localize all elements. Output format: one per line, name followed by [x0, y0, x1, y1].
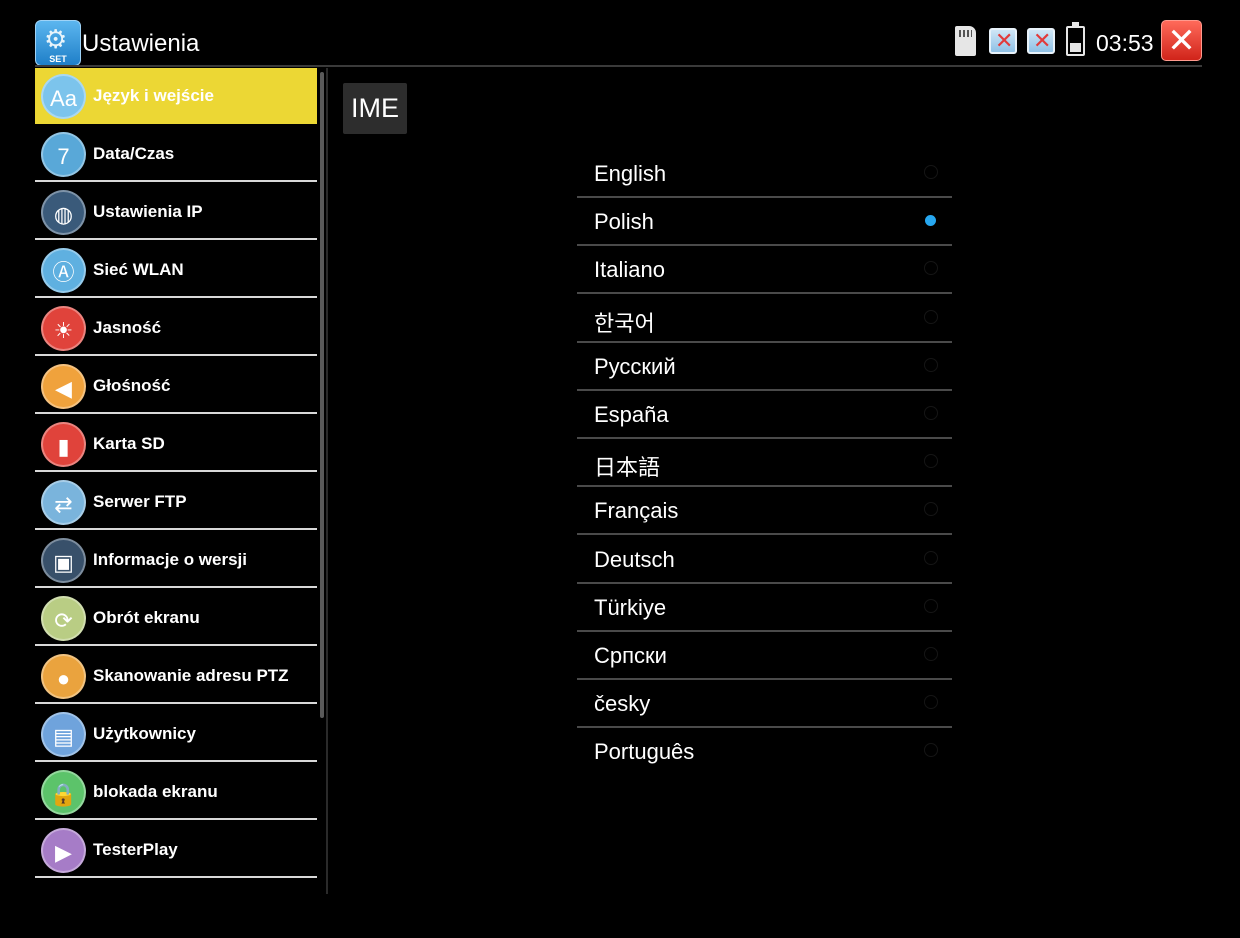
language-radio[interactable]	[924, 502, 938, 517]
sidebar-item-label: Serwer FTP	[93, 492, 187, 511]
page-title: Ustawienia	[82, 30, 200, 57]
brightness-icon: ☀	[41, 306, 86, 351]
ptz-camera-icon: ●	[41, 654, 86, 699]
sidebar-item[interactable]: ◀ Głośność	[35, 358, 317, 414]
contacts-icon: ▤	[41, 712, 86, 757]
sidebar-item[interactable]: ● Skanowanie adresu PTZ	[35, 648, 317, 704]
sidebar-item[interactable]: ▶ TesterPlay	[35, 822, 317, 878]
language-option[interactable]: Русский	[577, 343, 952, 391]
language-radio[interactable]	[924, 261, 938, 276]
language-label: English	[594, 161, 667, 186]
sidebar-item[interactable]: 7 Data/Czas	[35, 126, 317, 182]
language-label: 한국어	[594, 310, 655, 336]
sidebar-item[interactable]: Aa Język i wejście	[35, 68, 317, 124]
lock-icon: 🔒	[41, 770, 86, 815]
sidebar-item-label: Głośność	[93, 376, 171, 395]
sidebar-item-label: Data/Czas	[93, 144, 175, 163]
sidebar-item-label: Skanowanie adresu PTZ	[93, 666, 289, 685]
language-option[interactable]: English	[577, 150, 952, 198]
header-divider	[35, 65, 1202, 67]
language-label: Français	[594, 498, 679, 524]
close-button[interactable]: ✕	[1161, 20, 1202, 61]
sidebar-item[interactable]: Ⓐ Sieć WLAN	[35, 242, 317, 298]
volume-icon: ◀	[41, 364, 86, 409]
language-radio[interactable]	[924, 550, 938, 565]
language-label: Português	[594, 739, 695, 765]
network-disconnected-icon: ✕	[1027, 28, 1055, 54]
language-option[interactable]: España	[577, 391, 952, 439]
settings-app-icon: ⚙ SET	[35, 20, 81, 66]
language-option[interactable]: Português	[577, 728, 952, 776]
sidebar-item[interactable]: ◍ Ustawienia IP	[35, 184, 317, 240]
language-radio[interactable]	[924, 647, 938, 661]
language-radio[interactable]	[925, 215, 936, 227]
sidebar-item[interactable]: 🔒 blokada ekranu	[35, 764, 317, 820]
sd-card-icon	[955, 26, 976, 56]
language-label: Italiano	[594, 257, 665, 283]
sd-card-icon: ▮	[41, 422, 86, 467]
language-radio[interactable]	[924, 406, 938, 420]
sidebar-scrollbar[interactable]	[320, 72, 324, 718]
sidebar-item-label: Użytkownicy	[93, 724, 196, 743]
sidebar-item[interactable]: ⇄ Serwer FTP	[35, 474, 317, 530]
app-icon-label: SET	[49, 54, 67, 64]
close-icon: ✕	[1167, 22, 1196, 60]
sidebar-item-label: Sieć WLAN	[93, 260, 184, 279]
language-radio[interactable]	[924, 357, 938, 372]
language-label: Deutsch	[594, 546, 675, 572]
sidebar-item[interactable]: ☀ Jasność	[35, 300, 317, 356]
language-label: Türkiye	[594, 594, 667, 620]
language-option[interactable]: 한국어	[577, 295, 952, 343]
language-label: Polish	[594, 209, 654, 235]
sidebar-item[interactable]: ⟳ Obrót ekranu	[35, 590, 317, 646]
rotate-icon: ⟳	[41, 596, 86, 641]
language-option[interactable]: Italiano	[577, 246, 952, 295]
language-radio[interactable]	[924, 309, 938, 324]
play-icon: ▶	[41, 828, 86, 873]
sidebar-item[interactable]: ▣ Informacje o wersji	[35, 532, 317, 588]
language-option[interactable]: Deutsch	[577, 536, 952, 584]
language-option[interactable]: česky	[577, 680, 952, 729]
ftp-icon: ⇄	[41, 480, 86, 525]
language-radio[interactable]	[924, 454, 938, 469]
sidebar-item-label: Język i wejście	[93, 86, 214, 105]
language-option[interactable]: Français	[577, 487, 952, 536]
language-option[interactable]: Polish	[577, 198, 952, 247]
sidebar-item-label: Karta SD	[93, 434, 165, 453]
sidebar-item[interactable]: ▤ Użytkownicy	[35, 706, 317, 762]
language-label: česky	[594, 691, 651, 717]
sidebar-item-label: Jasność	[93, 318, 162, 337]
language-label: 日本語	[594, 455, 661, 481]
sidebar-item[interactable]: ▮ Karta SD	[35, 416, 317, 472]
gear-icon: ⚙	[44, 24, 68, 54]
language-icon: Aa	[41, 74, 86, 119]
calendar-icon: 7	[41, 132, 86, 177]
language-option[interactable]: Türkiye	[577, 584, 952, 632]
language-label: Русский	[594, 353, 676, 379]
sidebar-item-label: Ustawienia IP	[93, 202, 203, 221]
language-label: España	[594, 402, 669, 427]
language-radio[interactable]	[924, 743, 938, 758]
language-radio[interactable]	[924, 598, 938, 613]
sidebar-item-label: Informacje o wersji	[93, 550, 247, 569]
language-option[interactable]: Српски	[577, 632, 952, 680]
globe-icon: ◍	[41, 190, 86, 235]
language-radio[interactable]	[924, 165, 938, 179]
language-label: Српски	[594, 643, 667, 668]
status-clock: 03:53	[1096, 30, 1154, 56]
sidebar-item-label: TesterPlay	[93, 840, 178, 859]
language-option[interactable]: 日本語	[577, 439, 952, 488]
settings-sidebar: Aa Język i wejście 7 Data/Czas ◍ Ustawienia I…	[35, 68, 328, 894]
antenna-icon: Ⓐ	[41, 248, 86, 293]
sidebar-item-label: Obrót ekranu	[93, 608, 200, 627]
language-radio[interactable]	[924, 695, 938, 710]
battery-icon	[1066, 22, 1085, 56]
sidebar-item-label: blokada ekranu	[93, 782, 218, 801]
device-info-icon: ▣	[41, 538, 86, 583]
tab-ime[interactable]: IME	[343, 83, 407, 134]
network-disconnected-icon: ✕	[989, 28, 1017, 54]
